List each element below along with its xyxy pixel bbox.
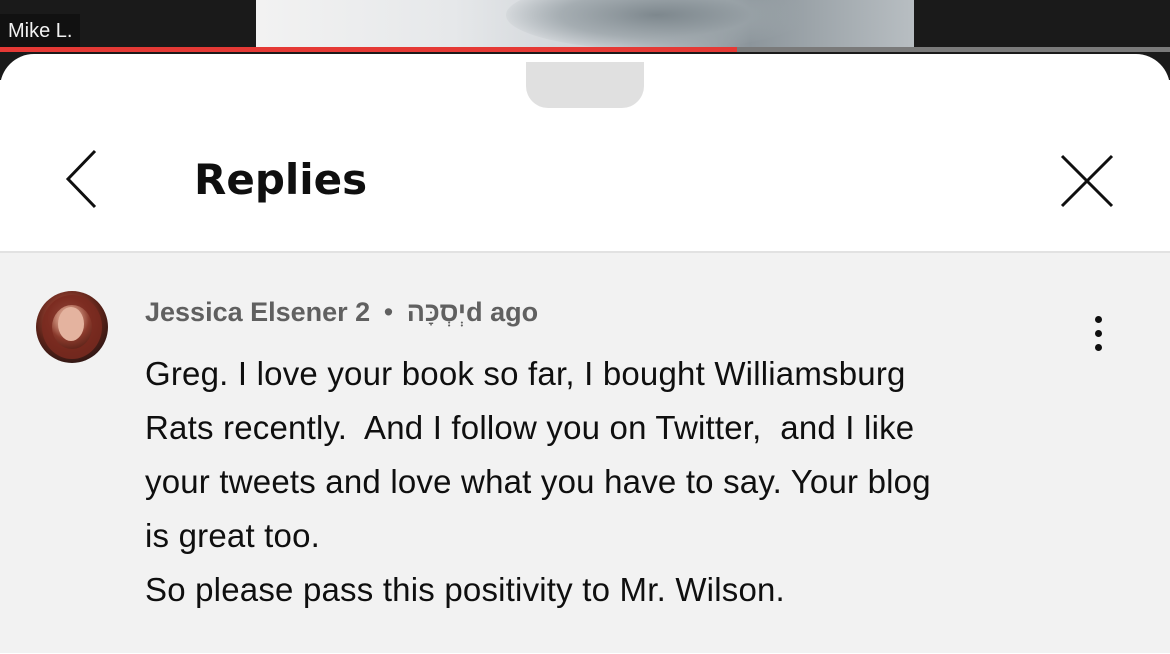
comment-text-line: Rats recently. And I follow you on Twitt… [145,409,915,446]
avatar-face [58,307,84,341]
more-vertical-icon [1094,315,1102,323]
page-title: Replies [194,155,368,204]
avatar[interactable] [36,291,108,363]
video-progress-fill [0,47,738,52]
comment-text-line: Greg. I love your book so far, I bought … [145,355,906,392]
replies-header: Replies [0,118,1170,252]
close-button[interactable] [1050,144,1124,218]
video-content [506,0,806,50]
comment-text-line: your tweets and love what you have to sa… [145,463,931,500]
close-icon [1060,154,1114,208]
comment-text-line: So please pass this positivity to Mr. Wi… [145,571,785,608]
comment-text-line: is great too. [145,517,321,554]
video-progress-bar[interactable] [0,47,1170,52]
comment-item: Jessica Elsener יְסְכָּה • 2d ago Greg. … [0,253,1170,653]
comment-meta: Jessica Elsener יְסְכָּה • 2d ago [145,295,538,329]
video-frame [256,0,914,52]
chevron-left-icon [65,149,97,209]
meta-separator: • [383,297,394,327]
replies-sheet: Replies Jessica Elsener יְסְכָּה • 2d ag… [0,54,1170,654]
back-button[interactable] [50,146,116,212]
more-vertical-icon-dot [1094,329,1102,337]
comment-text: Greg. I love your book so far, I bought … [145,347,1125,617]
channel-label: Mike L. [0,14,81,48]
comment-author[interactable]: Jessica Elsener יְסְכָּה [145,297,466,327]
drag-handle[interactable] [526,62,644,108]
